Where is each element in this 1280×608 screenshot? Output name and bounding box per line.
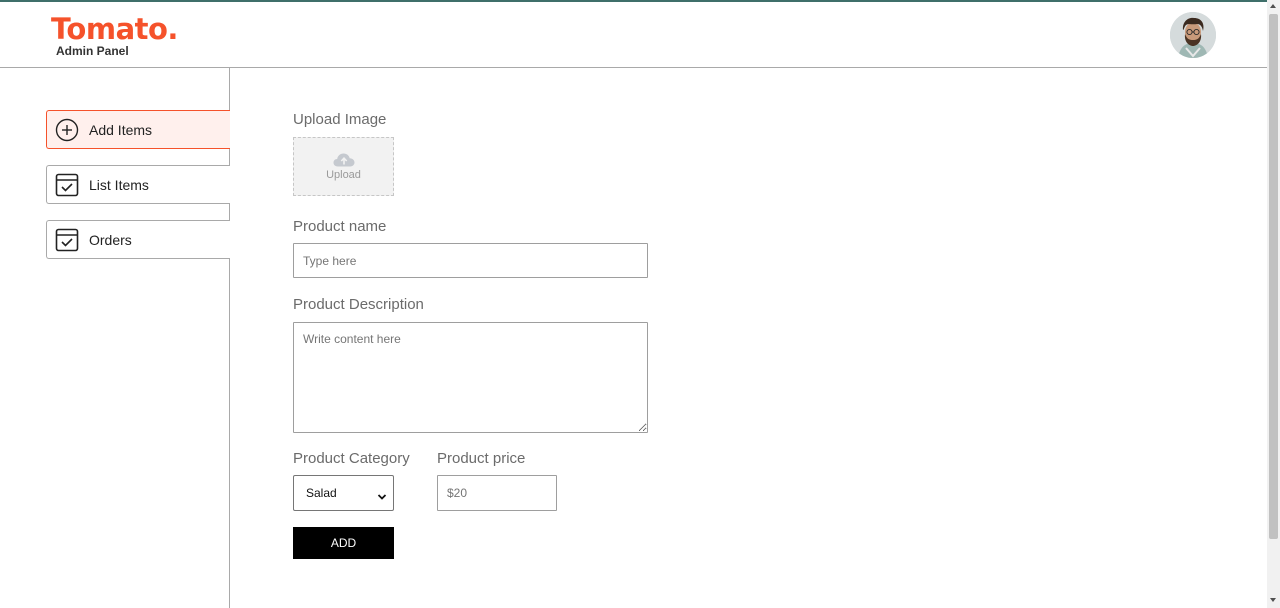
scroll-down-icon[interactable] [1270, 598, 1276, 602]
sidebar-item-label: Orders [89, 231, 132, 248]
sidebar-item-label: List Items [89, 176, 149, 193]
upload-text: Upload [326, 168, 361, 181]
calendar-check-icon [55, 173, 79, 197]
scroll-thumb[interactable] [1269, 14, 1278, 539]
product-category-label: Product Category [293, 450, 410, 467]
navbar: Tomato. Admin Panel [0, 2, 1267, 68]
product-category-select[interactable]: Salad [293, 475, 394, 511]
upload-image-label: Upload Image [293, 111, 387, 128]
product-description-label: Product Description [293, 296, 424, 313]
logo-title[interactable]: Tomato. [51, 12, 178, 46]
logo-subtitle: Admin Panel [56, 44, 129, 58]
sidebar-item-add-items[interactable]: Add Items [46, 110, 230, 149]
product-price-input[interactable] [437, 475, 557, 511]
product-name-input[interactable] [293, 243, 648, 278]
vertical-scrollbar[interactable] [1267, 0, 1280, 608]
scroll-up-icon[interactable] [1270, 4, 1276, 8]
avatar-image [1170, 12, 1216, 58]
sidebar-item-orders[interactable]: Orders [46, 220, 230, 259]
product-price-label: Product price [437, 450, 526, 467]
sidebar-item-list-items[interactable]: List Items [46, 165, 230, 204]
product-description-textarea[interactable] [293, 322, 648, 433]
chevron-down-icon [377, 488, 387, 506]
add-item-form: Upload Image Upload Product name Product… [230, 68, 1267, 608]
add-circle-icon [55, 118, 79, 142]
select-value: Salad [306, 486, 337, 500]
product-name-label: Product name [293, 218, 387, 235]
profile-avatar[interactable] [1170, 12, 1216, 58]
sidebar: Add Items List Items Orders [0, 68, 230, 608]
add-button[interactable]: ADD [293, 527, 394, 559]
calendar-check-icon [55, 228, 79, 252]
cloud-upload-icon [333, 153, 354, 166]
upload-image-dropzone[interactable]: Upload [293, 137, 394, 196]
sidebar-item-label: Add Items [89, 121, 153, 138]
